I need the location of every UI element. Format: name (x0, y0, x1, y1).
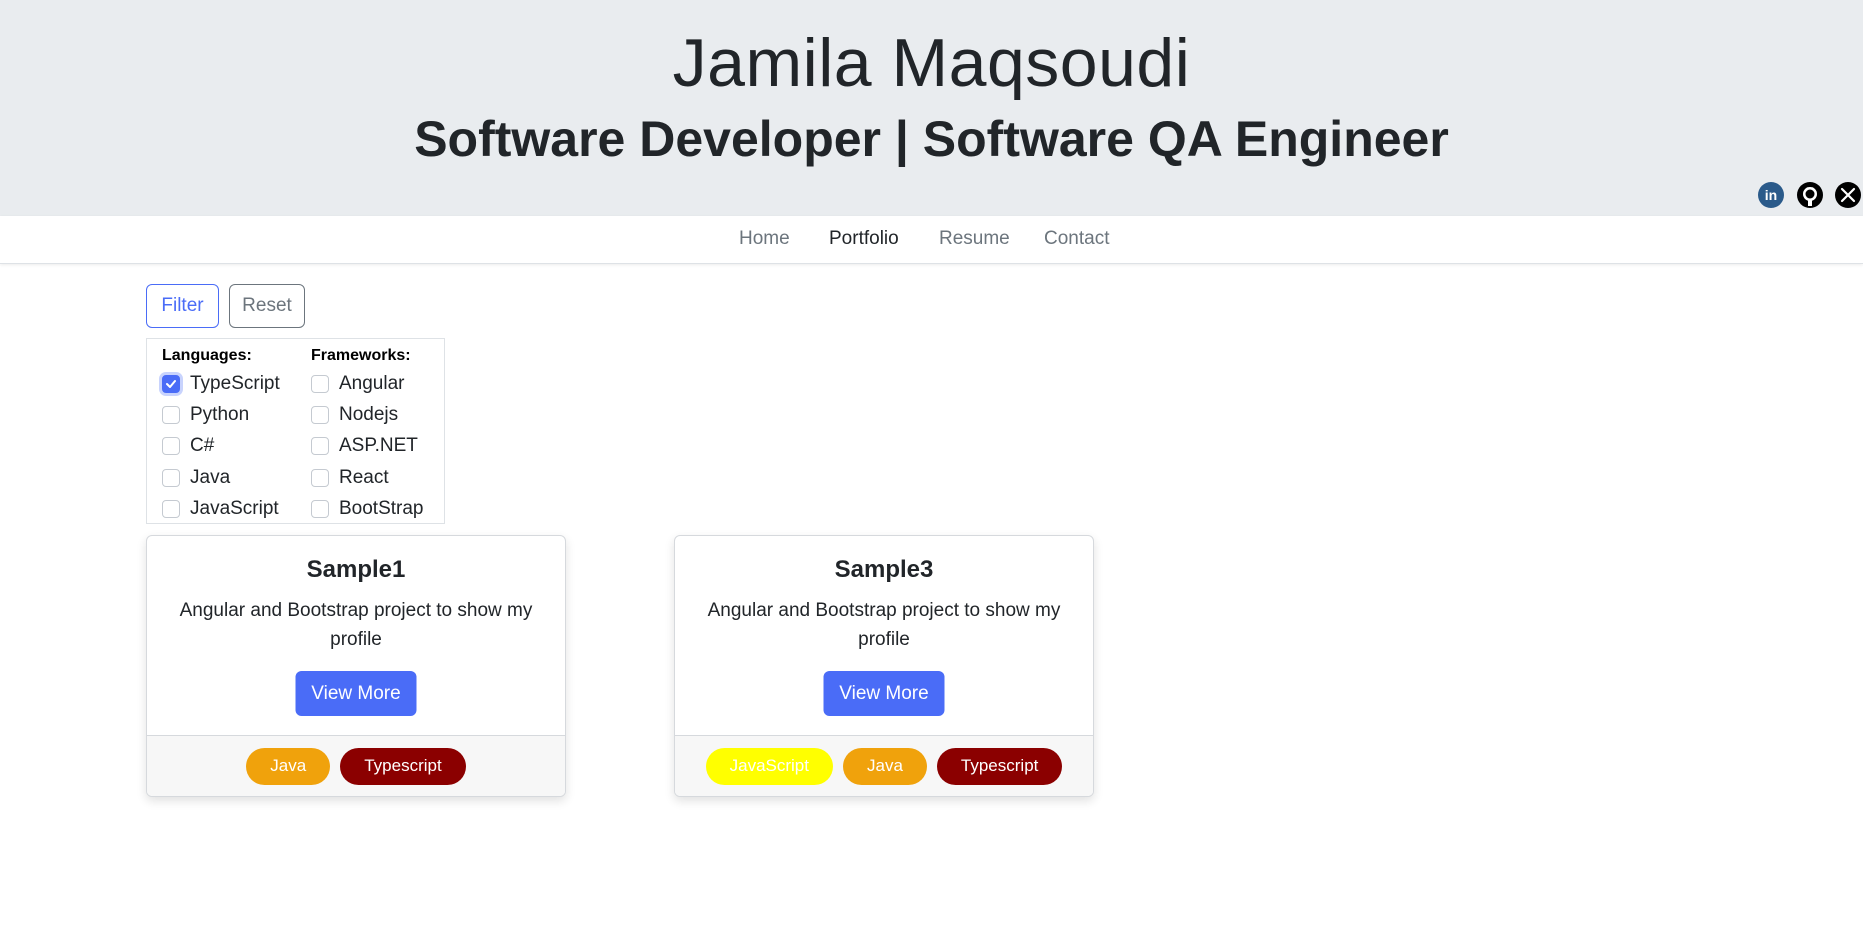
view-more-button[interactable]: View More (823, 671, 945, 716)
checkbox-label: JavaScript (190, 498, 279, 519)
filter-button[interactable]: Filter (146, 284, 219, 328)
card-title: Sample3 (834, 556, 934, 583)
checkbox-empty-icon (162, 500, 180, 518)
checkbox-empty-icon (162, 406, 180, 424)
checkbox-label: React (339, 467, 389, 488)
card-description: Angular and Bootstrap project to show my… (707, 600, 1061, 650)
nav-item-home[interactable]: Home (739, 228, 790, 250)
checkbox-nodejs[interactable]: Nodejs (311, 403, 398, 427)
checkbox-empty-icon (162, 437, 180, 455)
checkbox-checked-icon (162, 375, 180, 393)
checkbox-label: Python (190, 404, 250, 425)
checkbox-python[interactable]: Python (162, 403, 249, 427)
checkbox-empty-icon (311, 500, 329, 518)
checkbox-bootstrap[interactable]: BootStrap (311, 497, 424, 521)
checkbox-java[interactable]: Java (162, 466, 230, 490)
checkbox-csharp[interactable]: C# (162, 434, 214, 458)
nav-item-portfolio[interactable]: Portfolio (829, 228, 899, 250)
linkedin-link[interactable]: in (1757, 181, 1785, 209)
tag-badge: Typescript (340, 747, 466, 785)
view-more-button[interactable]: View More (295, 671, 417, 716)
card-description: Angular and Bootstrap project to show my… (179, 600, 533, 650)
checkbox-react[interactable]: React (311, 466, 389, 490)
checkbox-javascript[interactable]: JavaScript (162, 497, 279, 521)
checkbox-empty-icon (311, 437, 329, 455)
tag-badge: Java (842, 747, 927, 785)
checkbox-aspnet[interactable]: ASP.NET (311, 434, 418, 458)
checkbox-label: BootStrap (339, 498, 424, 519)
svg-text:in: in (1765, 187, 1777, 203)
linkedin-icon: in (1758, 182, 1784, 208)
checkbox-label: TypeScript (190, 373, 280, 394)
checkbox-empty-icon (311, 406, 329, 424)
main-nav: Home Portfolio Resume Contact (0, 216, 1863, 264)
page-subtitle: Software Developer | Software QA Enginee… (414, 111, 1449, 167)
tag-badge: JavaScript (705, 747, 833, 785)
tag-badge: Java (246, 747, 331, 785)
reset-button[interactable]: Reset (229, 284, 305, 328)
x-icon (1835, 182, 1861, 208)
nav-item-resume[interactable]: Resume (939, 228, 1010, 250)
checkbox-label: Angular (339, 373, 405, 394)
x-link[interactable] (1834, 181, 1862, 209)
checkbox-empty-icon (162, 469, 180, 487)
card-title: Sample1 (306, 556, 406, 583)
languages-heading: Languages: (162, 347, 252, 364)
github-link[interactable] (1796, 181, 1824, 209)
checkbox-typescript[interactable]: TypeScript (162, 372, 280, 396)
filter-panel: Languages: Frameworks: TypeScript Python… (146, 338, 445, 524)
checkbox-empty-icon (311, 375, 329, 393)
nav-item-contact[interactable]: Contact (1044, 228, 1109, 250)
hero-header: Jamila Maqsoudi Software Developer | Sof… (0, 0, 1863, 216)
frameworks-heading: Frameworks: (311, 347, 411, 364)
github-icon (1797, 182, 1823, 208)
project-card: Sample3 Angular and Bootstrap project to… (674, 535, 1094, 797)
card-footer: JavaScript Java Typescript (675, 735, 1093, 796)
checkbox-label: Nodejs (339, 404, 399, 425)
project-card: Sample1 Angular and Bootstrap project to… (146, 535, 566, 797)
page-title: Jamila Maqsoudi (672, 25, 1191, 101)
checkbox-empty-icon (311, 469, 329, 487)
card-footer: Java Typescript (147, 735, 565, 796)
checkbox-label: C# (190, 435, 215, 456)
tag-badge: Typescript (936, 747, 1063, 785)
checkbox-label: ASP.NET (339, 435, 418, 456)
checkbox-angular[interactable]: Angular (311, 372, 405, 396)
checkbox-label: Java (190, 467, 231, 488)
